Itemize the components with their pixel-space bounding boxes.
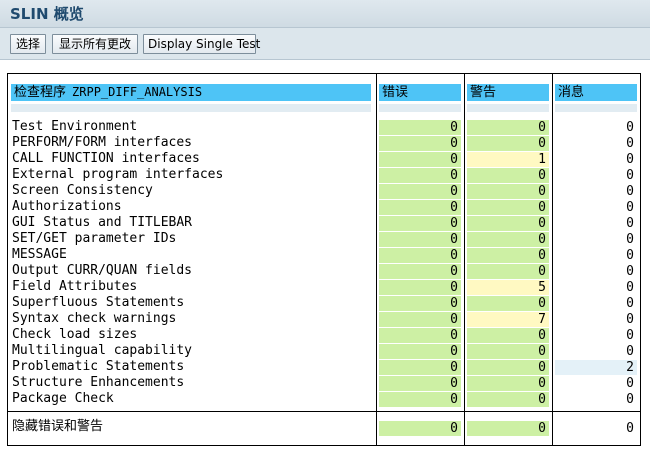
display-all-changes-button[interactable]: 显示所有更改: [52, 34, 138, 54]
errors-count[interactable]: 0: [379, 136, 461, 151]
warnings-count[interactable]: 0: [467, 120, 549, 135]
messages-count[interactable]: 0: [555, 152, 637, 167]
application-toolbar: 选择 显示所有更改 Display Single Test: [0, 28, 650, 60]
messages-count[interactable]: 0: [555, 280, 637, 295]
messages-count[interactable]: 0: [555, 312, 637, 327]
errors-count[interactable]: 0: [379, 248, 461, 263]
errors-count[interactable]: 0: [379, 120, 461, 135]
messages-count[interactable]: 2: [555, 360, 637, 375]
header-separator: [11, 104, 371, 112]
messages-count[interactable]: 0: [555, 392, 637, 407]
messages-count[interactable]: 0: [555, 184, 637, 199]
header-separator: [379, 104, 461, 112]
warnings-count[interactable]: 0: [467, 200, 549, 215]
warnings-count[interactable]: 5: [467, 280, 549, 295]
warnings-count[interactable]: 0: [467, 248, 549, 263]
warnings-count[interactable]: 0: [467, 296, 549, 311]
messages-count[interactable]: 0: [555, 344, 637, 359]
check-name[interactable]: MESSAGE: [12, 247, 67, 263]
errors-count[interactable]: 0: [379, 312, 461, 327]
warnings-count[interactable]: 0: [467, 216, 549, 231]
warnings-count[interactable]: 0: [467, 264, 549, 279]
warnings-count[interactable]: 0: [467, 232, 549, 247]
results-area: 检查程序 ZRPP_DIFF_ANALYSIS 错误 警告 消息 Test Env…: [0, 61, 650, 456]
messages-count[interactable]: 0: [555, 200, 637, 215]
errors-count[interactable]: 0: [379, 296, 461, 311]
warnings-count[interactable]: 0: [467, 136, 549, 151]
errors-count[interactable]: 0: [379, 328, 461, 343]
errors-count[interactable]: 0: [379, 360, 461, 375]
errors-column-header: 错误: [379, 84, 461, 101]
summary-divider: [8, 411, 640, 412]
check-name[interactable]: Structure Enhancements: [12, 375, 184, 391]
messages-column-header: 消息: [555, 84, 637, 101]
errors-count[interactable]: 0: [379, 280, 461, 295]
errors-count[interactable]: 0: [379, 264, 461, 279]
header-separator: [555, 104, 637, 112]
check-name[interactable]: Screen Consistency: [12, 183, 153, 199]
messages-count[interactable]: 0: [555, 232, 637, 247]
display-single-test-button[interactable]: Display Single Test: [143, 34, 260, 54]
messages-count[interactable]: 0: [555, 248, 637, 263]
check-name[interactable]: Output CURR/QUAN fields: [12, 263, 192, 279]
check-name[interactable]: Problematic Statements: [12, 359, 184, 375]
check-name[interactable]: Syntax check warnings: [12, 311, 176, 327]
check-name[interactable]: Multilingual capability: [12, 343, 192, 359]
errors-count[interactable]: 0: [379, 168, 461, 183]
program-name: ZRPP_DIFF_ANALYSIS: [72, 85, 203, 99]
errors-count[interactable]: 0: [379, 232, 461, 247]
messages-count[interactable]: 0: [555, 136, 637, 151]
errors-count[interactable]: 0: [379, 392, 461, 407]
title-bar: SLIN 概览: [0, 0, 650, 28]
messages-count[interactable]: 0: [555, 168, 637, 183]
hide-errors-warnings-label[interactable]: 隐藏错误和警告: [12, 419, 103, 435]
program-header: 检查程序 ZRPP_DIFF_ANALYSIS: [11, 84, 371, 101]
warnings-count[interactable]: 0: [467, 168, 549, 183]
window-title: SLIN 概览: [10, 5, 84, 23]
warnings-count[interactable]: 0: [467, 360, 549, 375]
warnings-count[interactable]: 0: [467, 344, 549, 359]
check-name[interactable]: Authorizations: [12, 199, 122, 215]
column-divider: [552, 74, 553, 445]
program-header-label: 检查程序: [14, 85, 67, 100]
warnings-count[interactable]: 0: [467, 184, 549, 199]
warnings-count[interactable]: 7: [467, 312, 549, 327]
check-name[interactable]: Test Environment: [12, 119, 137, 135]
warnings-count[interactable]: 0: [467, 376, 549, 391]
messages-count[interactable]: 0: [555, 328, 637, 343]
errors-count[interactable]: 0: [379, 184, 461, 199]
select-button[interactable]: 选择: [10, 34, 46, 54]
check-name[interactable]: PERFORM/FORM interfaces: [12, 135, 192, 151]
header-separator: [467, 104, 549, 112]
errors-count[interactable]: 0: [379, 216, 461, 231]
warnings-count[interactable]: 0: [467, 392, 549, 407]
results-table: 检查程序 ZRPP_DIFF_ANALYSIS 错误 警告 消息 Test Env…: [7, 73, 641, 446]
check-name[interactable]: Superfluous Statements: [12, 295, 184, 311]
errors-count[interactable]: 0: [379, 376, 461, 391]
messages-count[interactable]: 0: [555, 216, 637, 231]
messages-count[interactable]: 0: [555, 264, 637, 279]
messages-count[interactable]: 0: [555, 376, 637, 391]
summary-warnings-count: 0: [467, 421, 549, 436]
errors-count[interactable]: 0: [379, 152, 461, 167]
warnings-count[interactable]: 1: [467, 152, 549, 167]
check-name[interactable]: Package Check: [12, 391, 114, 407]
warnings-count[interactable]: 0: [467, 328, 549, 343]
messages-count[interactable]: 0: [555, 120, 637, 135]
summary-messages-count: 0: [555, 421, 637, 436]
check-name[interactable]: Check load sizes: [12, 327, 137, 343]
column-divider: [464, 74, 465, 445]
check-name[interactable]: External program interfaces: [12, 167, 223, 183]
check-name[interactable]: CALL FUNCTION interfaces: [12, 151, 200, 167]
errors-count[interactable]: 0: [379, 200, 461, 215]
summary-errors-count: 0: [379, 421, 461, 436]
warnings-column-header: 警告: [467, 84, 549, 101]
check-name[interactable]: GUI Status and TITLEBAR: [12, 215, 192, 231]
check-name[interactable]: Field Attributes: [12, 279, 137, 295]
check-name[interactable]: SET/GET parameter IDs: [12, 231, 176, 247]
errors-count[interactable]: 0: [379, 344, 461, 359]
column-divider: [376, 74, 377, 445]
messages-count[interactable]: 0: [555, 296, 637, 311]
